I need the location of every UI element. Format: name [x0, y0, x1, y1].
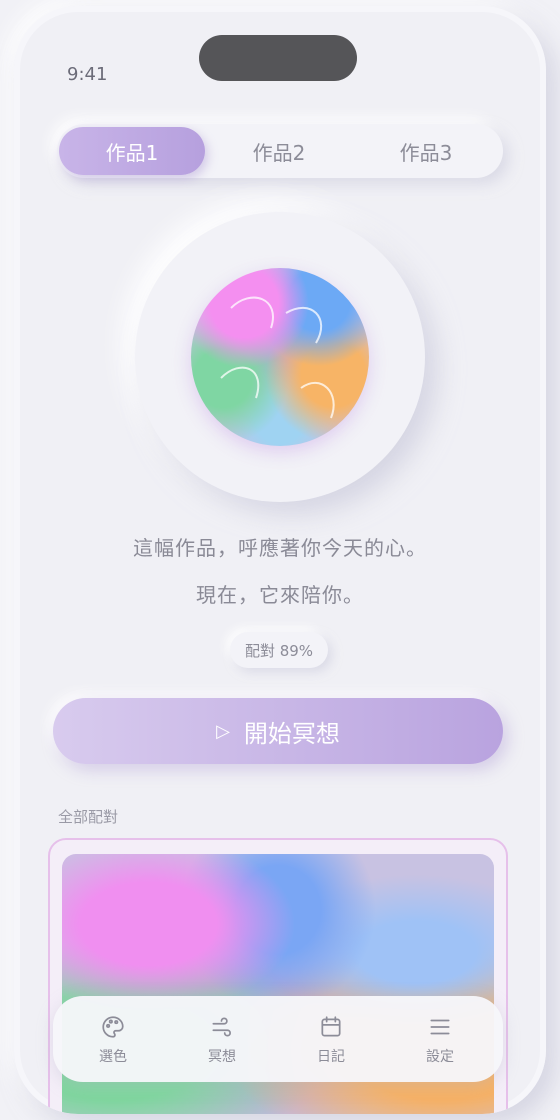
artwork-tabs: 作品1 作品2 作品3	[57, 124, 503, 178]
start-meditation-label: 開始冥想	[243, 719, 340, 748]
start-meditation-button[interactable]: ▷ 開始冥想	[53, 698, 503, 764]
tab-artwork-1[interactable]: 作品1	[59, 127, 205, 175]
nav-label-settings: 設定	[426, 1049, 454, 1065]
play-icon: ▷	[216, 720, 230, 742]
menu-icon	[430, 1019, 450, 1035]
nav-item-settings[interactable]: 設定	[395, 1014, 485, 1066]
artwork-frame	[135, 212, 425, 502]
calendar-icon	[321, 1016, 341, 1037]
match-badge: 配對 89%	[230, 632, 328, 668]
tab-artwork-3[interactable]: 作品3	[353, 127, 499, 175]
nav-label-color: 選色	[99, 1049, 127, 1065]
nav-label-meditate: 冥想	[208, 1049, 236, 1065]
palette-icon	[102, 1016, 124, 1038]
nav-item-meditate[interactable]: 冥想	[177, 1014, 267, 1066]
message-line-1: 這幅作品，呼應著你今天的心。	[133, 536, 427, 560]
message-line-2: 現在，它來陪你。	[196, 583, 364, 607]
nav-item-color[interactable]: 選色	[68, 1014, 158, 1066]
light-trails-icon	[220, 296, 335, 419]
dynamic-island	[199, 35, 357, 81]
artwork-image[interactable]	[191, 268, 369, 446]
nav-item-diary[interactable]: 日記	[286, 1014, 376, 1066]
section-title: 全部配對	[58, 808, 119, 826]
wind-icon	[212, 1017, 231, 1037]
phone-frame: 9:41 作品1 作品2 作品3 這幅作品，呼應著你今天的心。 現在，它來陪你。…	[14, 6, 546, 1114]
status-time: 9:41	[67, 64, 108, 85]
nav-label-diary: 日記	[317, 1049, 345, 1065]
tab-artwork-2[interactable]: 作品2	[206, 127, 352, 175]
bottom-nav: 選色 冥想 日記 設定	[53, 996, 503, 1082]
